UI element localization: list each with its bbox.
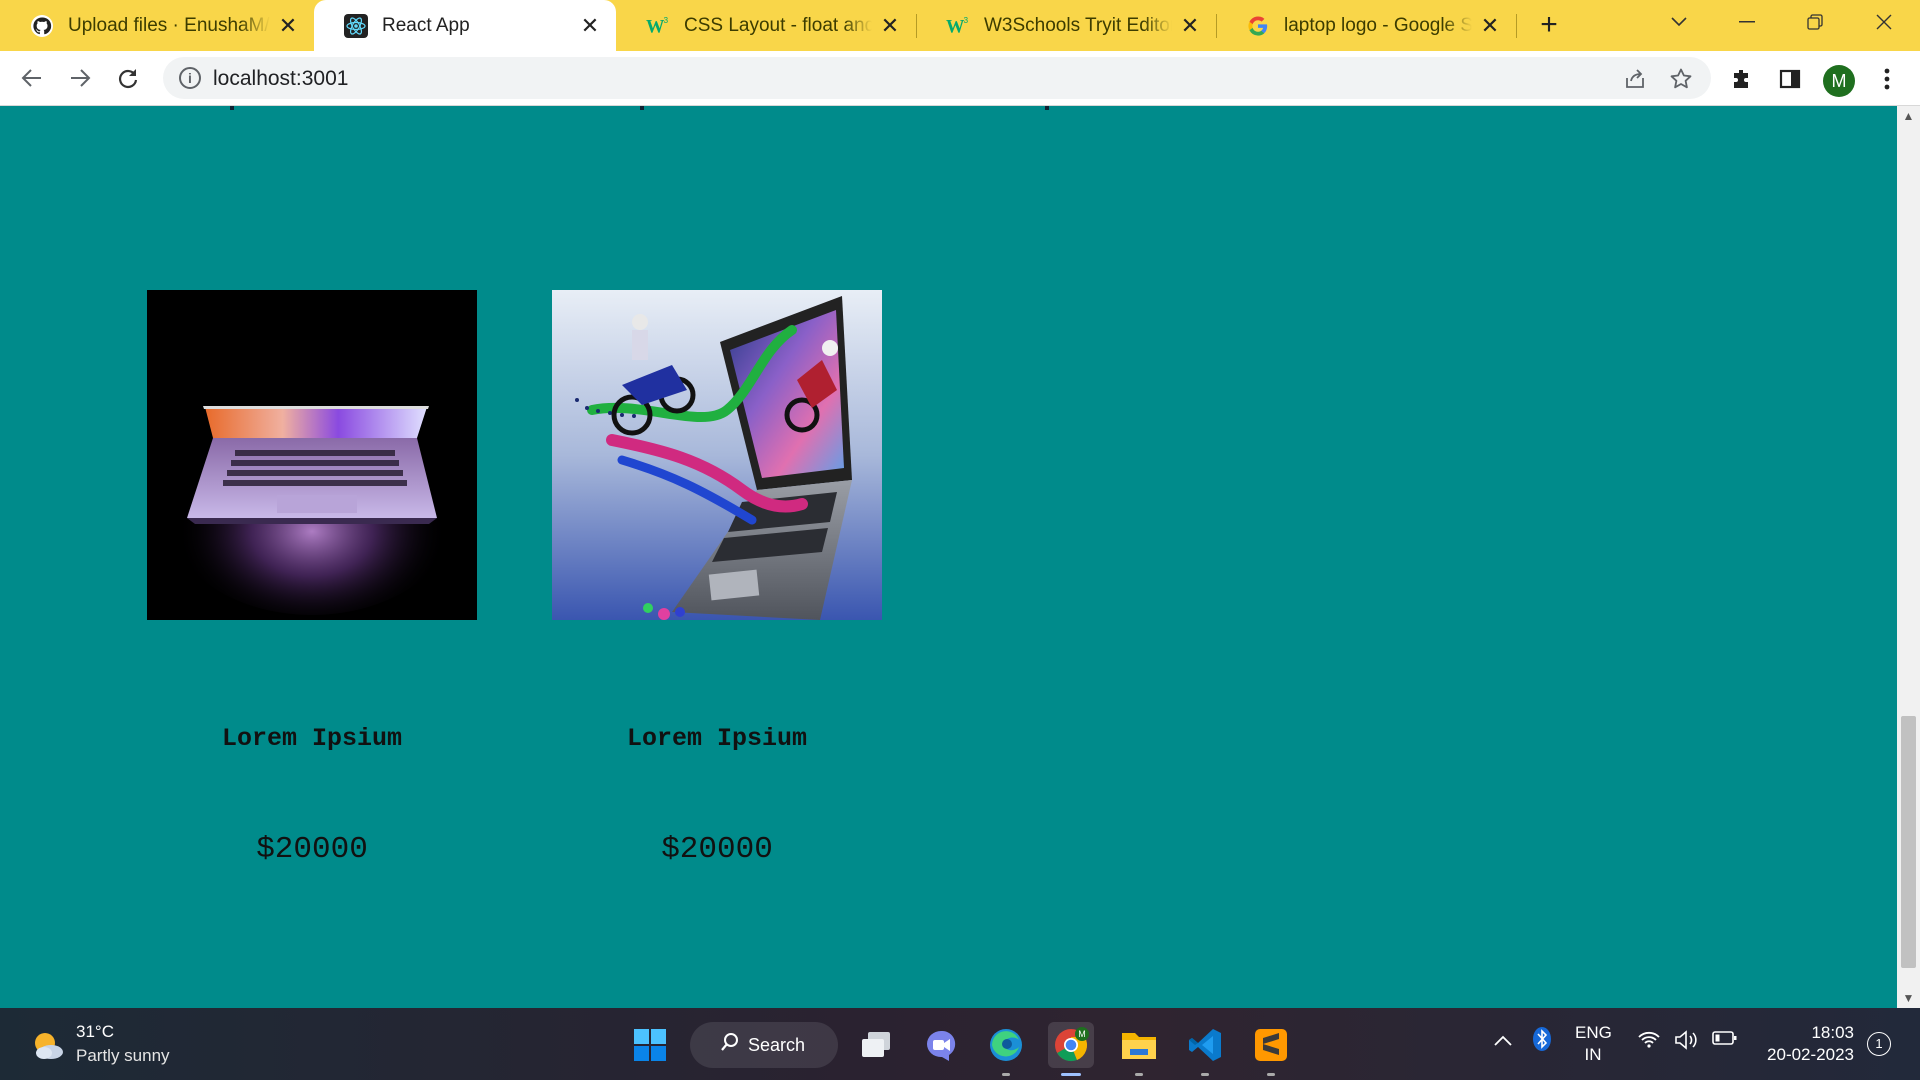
product-card[interactable]: Lorem Ipsium $20000 <box>552 290 882 867</box>
profile-avatar[interactable]: M <box>1823 65 1855 97</box>
google-icon <box>1246 14 1270 38</box>
laptop-motocross-splash-image[interactable] <box>552 290 882 620</box>
running-indicator <box>1267 1073 1275 1076</box>
tab-w3schools-tryit[interactable]: W3 W3Schools Tryit Editor ✕ <box>916 0 1216 51</box>
extensions-icon[interactable] <box>1723 60 1761 98</box>
address-url[interactable]: localhost:3001 <box>213 67 348 91</box>
w3schools-icon: W3 <box>946 14 970 38</box>
close-icon[interactable]: ✕ <box>578 13 602 38</box>
scrolled-text-remnant <box>1045 106 1049 110</box>
running-indicator <box>1002 1073 1010 1076</box>
minimize-button[interactable] <box>1720 0 1774 44</box>
file-explorer-icon[interactable] <box>1116 1022 1162 1076</box>
dark-laptop-image[interactable] <box>147 290 477 620</box>
edge-icon[interactable] <box>983 1022 1029 1076</box>
restore-button[interactable] <box>1788 0 1842 44</box>
close-icon[interactable]: ✕ <box>1478 13 1502 38</box>
sublime-icon[interactable] <box>1248 1022 1294 1076</box>
scrollbar-thumb[interactable] <box>1901 716 1916 968</box>
product-price: $20000 <box>256 832 368 867</box>
system-clock[interactable]: 18:03 20-02-2023 <box>1754 1022 1854 1066</box>
tab-search-icon[interactable] <box>1652 0 1706 44</box>
tab-google-search[interactable]: laptop logo - Google Sea ✕ <box>1216 0 1516 51</box>
wifi-icon[interactable] <box>1638 1030 1660 1053</box>
page-viewport: Lorem Ipsium $20000 Lorem Ipsium $20000 <box>0 106 1897 1008</box>
start-icon[interactable] <box>627 1022 673 1068</box>
github-icon <box>30 14 54 38</box>
site-info-icon[interactable]: i <box>179 67 201 89</box>
tab-separator <box>1516 14 1517 38</box>
partly-sunny-weather-icon[interactable] <box>30 1028 64 1062</box>
show-hidden-icons-chevron-icon[interactable] <box>1494 1030 1512 1051</box>
tab-title: W3Schools Tryit Editor <box>984 14 1172 36</box>
forward-button[interactable] <box>61 59 99 97</box>
running-indicator <box>1201 1073 1209 1076</box>
svg-text:3: 3 <box>664 15 669 25</box>
chrome-icon[interactable]: M <box>1048 1022 1094 1076</box>
task-view-icon[interactable] <box>853 1022 899 1068</box>
language-line: ENG <box>1575 1023 1612 1042</box>
address-bar[interactable]: i localhost:3001 <box>163 57 1711 99</box>
tab-react-app[interactable]: React App ✕ <box>314 0 616 51</box>
region-line: IN <box>1584 1045 1602 1064</box>
browser-toolbar: i localhost:3001 M <box>0 51 1920 106</box>
running-indicator <box>1135 1073 1143 1076</box>
close-icon[interactable]: ✕ <box>1178 13 1202 38</box>
page-scrollbar[interactable]: ▲ ▼ <box>1897 106 1920 1008</box>
input-language-indicator[interactable]: ENG IN <box>1575 1022 1612 1066</box>
product-card[interactable]: Lorem Ipsium $20000 <box>147 290 477 867</box>
search-label: Search <box>748 1034 806 1055</box>
volume-icon[interactable] <box>1674 1030 1700 1055</box>
scrolled-text-remnant <box>230 106 234 110</box>
product-name: Lorem Ipsium <box>626 724 808 753</box>
reload-button[interactable] <box>109 59 147 97</box>
react-icon <box>344 13 368 38</box>
search-icon <box>720 1032 740 1058</box>
tab-title: Upload files · EnushaM/re <box>68 14 270 36</box>
bluetooth-icon[interactable] <box>1532 1026 1552 1057</box>
tab-title: CSS Layout - float and cle <box>684 14 872 36</box>
scroll-up-arrow-icon[interactable]: ▲ <box>1897 106 1920 126</box>
close-icon[interactable]: ✕ <box>878 13 902 38</box>
vscode-icon[interactable] <box>1182 1022 1228 1076</box>
tab-strip: Upload files · EnushaM/re ✕ React App ✕ … <box>0 0 1920 51</box>
new-tab-button[interactable]: + <box>1533 10 1565 42</box>
notification-count-badge[interactable]: 1 <box>1867 1032 1891 1056</box>
tab-title: laptop logo - Google Sea <box>1284 14 1472 36</box>
scrolled-text-remnant <box>640 106 644 110</box>
close-window-button[interactable] <box>1857 0 1911 44</box>
weather-description[interactable]: Partly sunny <box>76 1046 170 1066</box>
svg-text:W: W <box>946 16 965 36</box>
menu-kebab-icon[interactable] <box>1868 60 1906 98</box>
clock-time: 18:03 <box>1811 1023 1854 1042</box>
bookmark-star-icon[interactable] <box>1667 65 1695 93</box>
taskbar-search-button[interactable]: Search <box>690 1022 838 1068</box>
battery-icon[interactable] <box>1712 1030 1738 1051</box>
share-icon[interactable] <box>1621 65 1649 93</box>
tab-title: React App <box>382 14 470 36</box>
scroll-down-arrow-icon[interactable]: ▼ <box>1897 988 1920 1008</box>
svg-text:W: W <box>646 16 665 36</box>
running-indicator <box>1061 1073 1081 1076</box>
product-name: Lorem Ipsium <box>221 724 403 753</box>
teams-chat-icon[interactable] <box>918 1022 964 1068</box>
windows-taskbar: 31°C Partly sunny Search M ENG IN 18:03 … <box>0 1008 1920 1080</box>
w3schools-icon: W3 <box>646 14 670 38</box>
product-price: $20000 <box>661 832 773 867</box>
close-icon[interactable]: ✕ <box>276 13 300 38</box>
weather-temperature[interactable]: 31°C <box>76 1022 114 1042</box>
side-panel-icon[interactable] <box>1771 60 1809 98</box>
back-button[interactable] <box>13 59 51 97</box>
tab-upload-files[interactable]: Upload files · EnushaM/re ✕ <box>0 0 314 51</box>
tab-css-layout[interactable]: W3 CSS Layout - float and cle ✕ <box>616 0 916 51</box>
svg-text:3: 3 <box>964 15 969 25</box>
chrome-profile-badge: M <box>1078 1029 1086 1039</box>
clock-date: 20-02-2023 <box>1767 1045 1854 1064</box>
